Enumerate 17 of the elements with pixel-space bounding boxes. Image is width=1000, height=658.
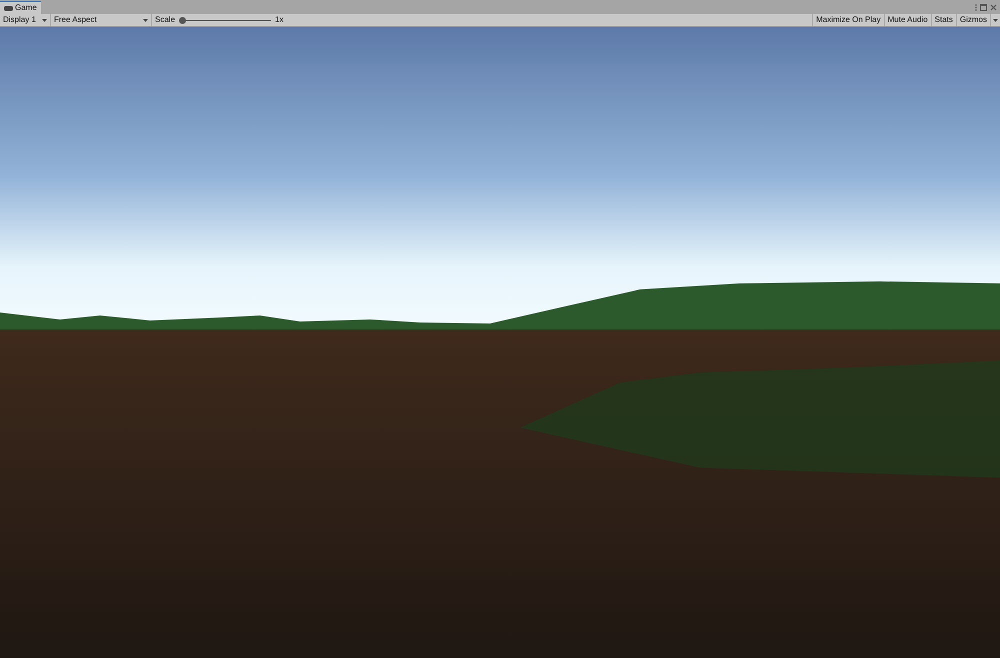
caret-icon: [143, 18, 148, 22]
maximize-icon[interactable]: [980, 4, 987, 11]
caret-icon: [42, 18, 47, 22]
slider-thumb[interactable]: [179, 16, 186, 24]
toggle-button[interactable]: Mute Audio: [884, 14, 931, 26]
caret-icon: [993, 18, 998, 22]
game-tab[interactable]: Game: [0, 1, 41, 14]
display-dropdown[interactable]: Display 1: [0, 14, 51, 26]
scale-label: Scale: [155, 16, 176, 24]
scale-slider[interactable]: [179, 16, 272, 24]
toggle-button[interactable]: Stats: [930, 14, 956, 26]
scale-reading: 1x: [275, 16, 284, 24]
toggle-button[interactable]: Gizmos: [956, 14, 990, 26]
toggle-button[interactable]: Maximize On Play: [812, 14, 884, 26]
close-icon[interactable]: [990, 4, 997, 11]
gizmos-menu-button[interactable]: [990, 14, 1000, 26]
aspect-dropdown[interactable]: Free Aspect: [51, 14, 152, 26]
